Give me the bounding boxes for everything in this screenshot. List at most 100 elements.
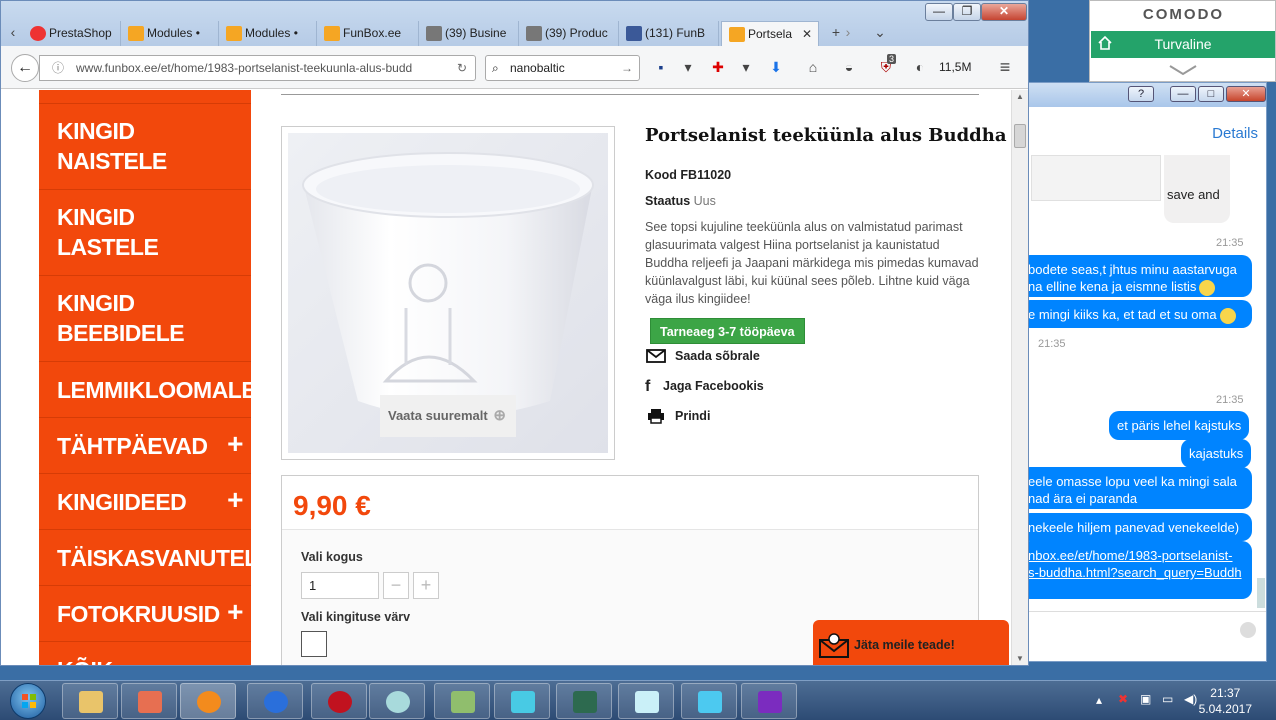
chevron-down-icon[interactable] <box>1168 63 1198 77</box>
home-icon[interactable]: ⌂ <box>804 58 822 76</box>
shared-image-thumbnail[interactable] <box>1031 155 1161 201</box>
taskbar-app-red[interactable] <box>311 683 367 719</box>
start-button[interactable] <box>10 683 46 719</box>
url-bar[interactable]: ⓘ www.funbox.ee/et/home/1983-portselanis… <box>39 55 476 81</box>
tab-scroll-left-icon[interactable]: ‹ <box>7 23 19 41</box>
memory-addon-icon[interactable]: ◐ <box>911 58 929 76</box>
taskbar-photo-viewer[interactable] <box>681 683 737 719</box>
addon-menu-icon[interactable]: ▾ <box>737 58 755 76</box>
tab-modules[interactable]: Modules • <box>121 21 219 46</box>
taskbar-control-panel[interactable] <box>494 683 550 719</box>
emoji-picker-icon[interactable] <box>1240 622 1256 638</box>
clock-time: 21:37 <box>1210 686 1241 700</box>
leave-message-button[interactable]: Jäta meile teade! <box>813 620 1009 665</box>
clipboard-icon[interactable]: ▣ <box>1140 692 1151 706</box>
tab-funbox[interactable]: FunBox.ee <box>317 21 419 46</box>
menu-item-tahtpaevad[interactable]: TÄHTPÄEVAD + <box>39 418 251 474</box>
expand-plus-icon[interactable]: + <box>227 485 243 515</box>
tab-facebook[interactable]: (131) FunB <box>619 21 719 46</box>
taskbar-thunderbird[interactable] <box>247 683 303 719</box>
hamburger-menu-icon[interactable]: ≡ <box>996 58 1014 76</box>
expand-plus-icon[interactable]: + <box>227 429 243 459</box>
gift-color-swatch[interactable] <box>301 631 327 657</box>
prestashop-favicon-icon <box>30 26 46 41</box>
window-restore-button[interactable]: ❐ <box>953 3 981 21</box>
message-link[interactable]: nbox.ee/et/home/1983-portselanist- <box>1028 548 1233 563</box>
message-link[interactable]: s-buddha.html?search_query=Buddh <box>1028 565 1242 580</box>
tab-business[interactable]: (39) Busine <box>419 21 519 46</box>
taskbar-media-player[interactable] <box>121 683 177 719</box>
quantity-decrease-button[interactable]: − <box>383 572 409 599</box>
zoom-label: Vaata suuremalt <box>388 408 488 423</box>
menu-item-lemmikloomale[interactable]: LEMMIKLOOMALE <box>39 362 251 418</box>
menu-item-label: TÄISKASVANUTELE <box>57 545 251 571</box>
taskbar-explorer[interactable] <box>62 683 118 719</box>
network-icon[interactable]: ▭ <box>1162 692 1173 706</box>
taskbar-winrar[interactable] <box>741 683 797 719</box>
close-tab-icon[interactable]: ✕ <box>802 22 812 46</box>
tab-modules-2[interactable]: Modules • <box>219 21 317 46</box>
taskbar-firefox[interactable] <box>180 683 236 719</box>
info-icon[interactable]: ⓘ <box>52 56 64 80</box>
quantity-increase-button[interactable]: + <box>413 572 439 599</box>
back-button[interactable]: ← <box>11 54 39 82</box>
help-button[interactable]: ? <box>1128 86 1154 102</box>
tab-products[interactable]: (39) Produc <box>519 21 619 46</box>
search-value: nanobaltic <box>510 61 565 75</box>
share-facebook-label: Jaga Facebookis <box>663 379 764 393</box>
tab-prestashop[interactable]: PrestaShop <box>23 21 121 46</box>
expand-plus-icon[interactable]: + <box>227 597 243 627</box>
delivery-time-badge: Tarneaeg 3-7 tööpäeva <box>650 318 805 344</box>
menu-item-kingid-naistele[interactable]: KINGID NAISTELE <box>39 104 251 190</box>
page-favicon-icon <box>426 26 442 41</box>
message-input[interactable] <box>1028 611 1266 649</box>
pocket-icon[interactable]: ◒ <box>840 58 858 76</box>
scroll-up-arrow-icon[interactable]: ▲ <box>1016 92 1024 101</box>
taskbar-chat[interactable] <box>369 683 425 719</box>
scroll-down-arrow-icon[interactable]: ▼ <box>1016 654 1024 663</box>
window-close-button[interactable]: ✕ <box>981 3 1027 21</box>
reload-icon[interactable]: ↻ <box>457 56 467 80</box>
save-icon[interactable]: ▪ <box>652 58 670 76</box>
menu-item-fotokruusid[interactable]: FOTOKRUUSID + <box>39 586 251 642</box>
zoom-magnifier-icon: ⊕ <box>493 407 506 424</box>
minimize-button[interactable]: — <box>1170 86 1196 102</box>
menu-item-label: NAISTELE <box>57 148 167 174</box>
chat-scrollbar[interactable] <box>1257 578 1265 608</box>
search-go-icon[interactable]: → <box>621 56 633 80</box>
download-icon[interactable]: ⬇ <box>767 58 785 76</box>
menu-item-kingiideed[interactable]: KINGIIDEED + <box>39 474 251 530</box>
menu-item-koik[interactable]: KÕIK <box>39 642 251 665</box>
menu-item-kingid-lastele[interactable]: KINGID LASTELE <box>39 190 251 276</box>
clock[interactable]: 21:37 5.04.2017 <box>1199 685 1252 717</box>
maximize-button[interactable]: □ <box>1198 86 1224 102</box>
comodo-status: Turvaline <box>1154 36 1212 52</box>
comodo-status-bar[interactable]: Turvaline <box>1091 31 1275 58</box>
close-button[interactable]: ✕ <box>1226 86 1266 102</box>
zoom-button[interactable]: Vaata suuremalt ⊕ <box>380 395 516 437</box>
volume-icon[interactable]: ◀) <box>1184 692 1197 706</box>
thunderbird-icon <box>264 691 288 713</box>
product-image-box[interactable]: Vaata suuremalt ⊕ <box>281 126 615 460</box>
taskbar-editor[interactable] <box>618 683 674 719</box>
details-link[interactable]: Details <box>1212 125 1258 142</box>
tab-list-icon[interactable]: ⌄ <box>871 23 889 41</box>
taskbar-terminal[interactable] <box>556 683 612 719</box>
window-minimize-button[interactable]: — <box>925 3 953 21</box>
network-warning-icon[interactable]: ✖ <box>1118 692 1128 706</box>
tab-scroll-right-icon[interactable]: › <box>839 23 857 41</box>
menu-item-kingid-beebidele[interactable]: KINGID BEEBIDELE <box>39 276 251 362</box>
tab-portselan-active[interactable]: Portsela ✕ <box>721 21 819 46</box>
print-label: Prindi <box>675 409 711 423</box>
page-scrollbar[interactable]: ▲ ▼ <box>1011 90 1028 665</box>
search-input[interactable]: ⌕ nanobaltic → <box>485 55 640 81</box>
menu-item-label: TÄHTPÄEVAD <box>57 433 208 459</box>
scrollbar-thumb[interactable] <box>1014 124 1026 148</box>
photo-viewer-icon <box>698 691 722 713</box>
save-menu-icon[interactable]: ▾ <box>679 58 697 76</box>
quantity-input[interactable]: 1 <box>301 572 379 599</box>
addon-redcross-icon[interactable]: ✚ <box>709 58 727 76</box>
tray-expand-icon[interactable]: ▴ <box>1096 693 1102 707</box>
menu-item-taiskasvanutele[interactable]: TÄISKASVANUTELE <box>39 530 251 586</box>
taskbar-notepad[interactable] <box>434 683 490 719</box>
